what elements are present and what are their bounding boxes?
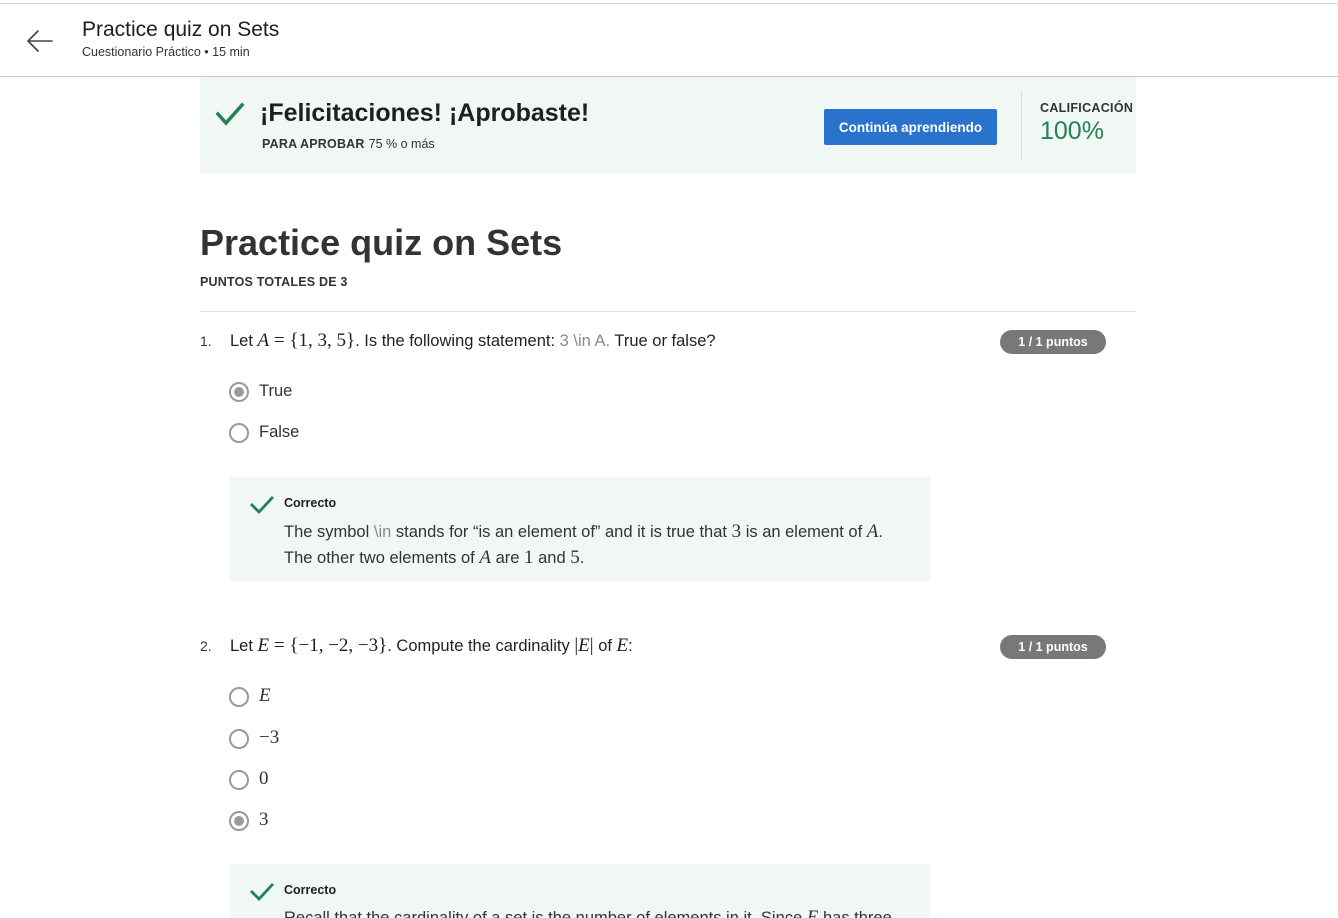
feedback-text: and — [538, 549, 566, 567]
back-arrow-icon[interactable] — [22, 24, 58, 58]
option-label: −3 — [259, 727, 280, 748]
feedback-text: is an element of — [745, 523, 863, 541]
question-prefix: Let — [230, 637, 253, 655]
feedback-text: . — [579, 549, 585, 567]
pass-requirement: PARA APROBAR 75 % o más — [262, 137, 435, 151]
feedback-box: Correcto Recall that the cardinality of … — [230, 864, 930, 918]
option-label: 0 — [259, 768, 269, 789]
feedback-title: Correcto — [284, 883, 337, 897]
radio-unselected[interactable] — [229, 770, 249, 790]
header-title: Practice quiz on Sets — [82, 18, 280, 41]
question-text: Let A = {1, 3, 5}. Is the following stat… — [230, 330, 716, 352]
math-variable: E — [616, 635, 629, 656]
math-number: 5 — [570, 547, 580, 568]
pass-label: PARA APROBAR — [262, 137, 365, 151]
radio-selected[interactable] — [229, 382, 249, 402]
math-variable: E — [806, 907, 819, 918]
math-set: = {−1, −2, −3} — [273, 635, 388, 656]
feedback-text: Recall that the cardinality of a set is … — [284, 909, 803, 918]
question-text-of: of — [598, 637, 612, 655]
question-middle: . Is the following statement: — [355, 332, 556, 350]
radio-selected[interactable] — [229, 811, 249, 831]
continue-learning-button[interactable]: Continúa aprendiendo — [824, 109, 997, 145]
feedback-text: The other two elements of — [284, 549, 475, 567]
divider — [200, 311, 1136, 312]
math-variable: E — [578, 635, 590, 656]
math-bar: | — [589, 635, 594, 656]
math-number: 1 — [524, 547, 534, 568]
pass-value: 75 % o más — [368, 137, 435, 151]
math-expression: A = {1, 3, 5} — [258, 330, 356, 351]
option-label: False — [259, 423, 300, 441]
pass-banner: ¡Felicitaciones! ¡Aprobaste! PARA APROBA… — [200, 77, 1136, 173]
feedback-title: Correcto — [284, 496, 337, 510]
radio-unselected[interactable] — [229, 423, 249, 443]
banner-divider — [1021, 91, 1022, 159]
header-subtitle: Cuestionario Práctico • 15 min — [82, 45, 250, 59]
feedback-code: \in — [373, 523, 392, 541]
option-label: True — [259, 382, 293, 400]
question-suffix: True or false? — [614, 332, 716, 350]
math-variable: A — [866, 521, 879, 542]
grade-value: 100% — [1040, 117, 1104, 145]
question-prefix: Let — [230, 332, 253, 350]
math-cardinality: |E| — [574, 635, 593, 656]
checkmark-icon — [250, 496, 274, 515]
question-code: 3 \in A. — [559, 332, 611, 350]
math-variable: E — [257, 635, 270, 656]
question-suffix: : — [628, 637, 633, 655]
question-text: Let E = {−1, −2, −3}. Compute the cardin… — [230, 635, 633, 657]
option-label: E — [259, 685, 271, 706]
page-header: Practice quiz on Sets Cuestionario Práct… — [0, 4, 1338, 77]
math-number: 3 — [731, 521, 742, 542]
total-points: PUNTOS TOTALES DE 3 — [200, 275, 348, 289]
feedback-body: Recall that the cardinality of a set is … — [284, 905, 914, 918]
points-badge: 1 / 1 puntos — [1000, 330, 1106, 354]
feedback-box: Correcto The symbol \in stands for “is a… — [230, 477, 930, 581]
radio-unselected[interactable] — [229, 687, 249, 707]
feedback-text: The symbol — [284, 523, 370, 541]
math-set: = {1, 3, 5} — [273, 330, 356, 351]
question-number: 2. — [200, 638, 212, 654]
radio-unselected[interactable] — [229, 729, 249, 749]
math-variable: A — [479, 547, 491, 568]
math-variable: A — [257, 330, 270, 351]
question-middle: . Compute the cardinality — [387, 637, 570, 655]
feedback-text: . — [878, 523, 883, 541]
checkmark-icon — [250, 883, 274, 902]
grade-label: CALIFICACIÓN — [1040, 101, 1134, 115]
feedback-text: stands for “is an element of” and it is … — [395, 523, 727, 541]
math-expression: E = {−1, −2, −3} — [258, 635, 388, 656]
page-title: Practice quiz on Sets — [200, 222, 563, 263]
feedback-text: has three — [822, 909, 892, 918]
feedback-body: The symbol \in stands for “is an element… — [284, 519, 914, 571]
banner-title: ¡Felicitaciones! ¡Aprobaste! — [260, 99, 590, 127]
option-label: 3 — [259, 809, 269, 830]
points-badge: 1 / 1 puntos — [1000, 635, 1106, 659]
question-number: 1. — [200, 333, 212, 349]
feedback-text: are — [495, 549, 520, 567]
checkmark-icon — [215, 102, 245, 126]
